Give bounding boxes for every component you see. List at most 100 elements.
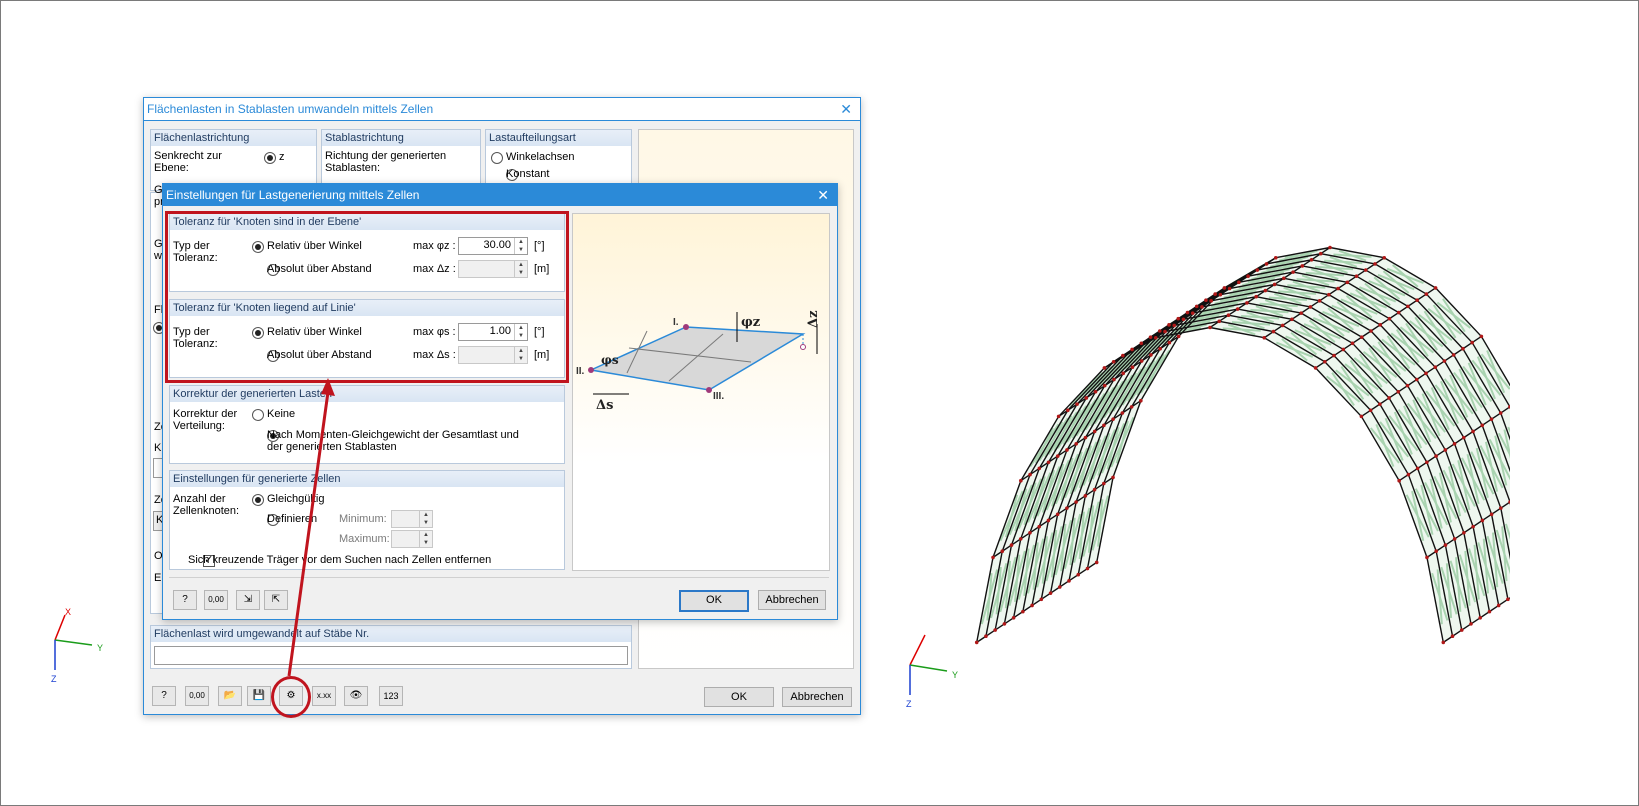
diagram-label-3: III. <box>713 391 724 402</box>
outer-group-header: Flächenlastrichtung <box>151 130 316 146</box>
shell-node <box>1065 506 1069 510</box>
outer-angle-radio[interactable] <box>491 152 503 165</box>
tolerance-diagram: I. II. III. φz φs Δz Δs <box>572 213 830 571</box>
units-icon[interactable]: 0,00 <box>185 686 209 706</box>
units-icon[interactable]: 0,00 <box>204 590 228 610</box>
cell-nodes-label: Anzahl der Zellenknoten: <box>173 493 240 517</box>
shell-node <box>1181 317 1186 322</box>
shell-node <box>1102 383 1107 388</box>
maximum-stepper[interactable]: ▲ ▼ <box>391 530 433 548</box>
inner-close-icon[interactable]: ✕ <box>817 184 829 206</box>
member-list-input[interactable] <box>154 646 628 665</box>
shell-node <box>1092 429 1097 434</box>
shell-node <box>1506 597 1510 602</box>
spin-arrows-icon[interactable]: ▲ ▼ <box>419 531 432 547</box>
shell-node <box>1332 353 1336 358</box>
shell-node <box>1037 524 1041 529</box>
shell-node <box>1434 454 1438 458</box>
shell-node <box>1363 268 1368 272</box>
shell-node <box>1271 329 1276 334</box>
shell-node <box>1434 549 1438 554</box>
outer-z-radio[interactable] <box>264 152 276 165</box>
view-icon[interactable]: 👁 <box>344 686 368 706</box>
shell-node <box>1194 304 1199 309</box>
export-icon[interactable]: ⇱ <box>264 590 288 610</box>
shell-node <box>1163 329 1167 334</box>
shell-node <box>1378 323 1383 327</box>
shell-node <box>1461 346 1465 351</box>
outer-cancel-button[interactable]: Abbrechen <box>782 687 852 707</box>
shell-node <box>1018 537 1023 541</box>
shell-node <box>1471 524 1475 529</box>
tolerance-diagram-svg: I. II. III. φz φs Δz Δs <box>576 311 821 413</box>
shell-node <box>1290 317 1294 322</box>
shell-node <box>1387 396 1391 400</box>
shell-node <box>1368 408 1373 413</box>
shell-node <box>1469 622 1473 626</box>
shell-node <box>1246 274 1250 278</box>
help-icon[interactable]: ? <box>173 590 197 610</box>
shell-node <box>1235 307 1240 311</box>
shell-node <box>1499 506 1503 510</box>
axis-z-label: Z <box>51 674 57 684</box>
shell-node <box>1149 353 1153 357</box>
shell-node <box>1158 346 1162 351</box>
any-radio[interactable] <box>252 494 264 507</box>
shell-node <box>1498 411 1503 415</box>
outer-group-members: Flächenlast wird umgewandelt auf Stäbe N… <box>150 625 632 669</box>
inner-ok-button[interactable]: OK <box>679 590 749 612</box>
shell-node <box>1478 615 1483 620</box>
group-header: Einstellungen für generierte Zellen <box>170 471 564 487</box>
formula-icon[interactable]: x.xx <box>312 686 336 706</box>
inner-cancel-button[interactable]: Abbrechen <box>758 590 826 610</box>
group-header: Korrektur der generierten Lasten <box>170 386 564 402</box>
shell-node <box>1055 454 1060 458</box>
diagram-phis: φs <box>601 353 619 367</box>
shell-node <box>1046 460 1051 465</box>
diagram-label-1: I. <box>673 317 679 328</box>
shell-node <box>1459 628 1464 632</box>
shell-node <box>1452 537 1457 541</box>
shell-node <box>1055 512 1060 517</box>
minimum-stepper[interactable]: ▲ ▼ <box>391 510 433 528</box>
shell-node <box>1085 566 1090 571</box>
shell-node <box>1075 402 1079 406</box>
shell-node <box>1021 609 1025 614</box>
shell-node <box>1111 417 1115 421</box>
shell-node <box>1129 405 1134 409</box>
help-icon[interactable]: ? <box>152 686 176 706</box>
shell-node <box>1299 311 1303 315</box>
shell-node <box>1462 530 1466 535</box>
shell-node <box>1308 305 1313 309</box>
shell-node <box>1028 472 1032 477</box>
outer-group-area-direction: Flächenlastrichtung Senkrecht zur Ebene:… <box>150 129 317 191</box>
shell-node <box>1046 518 1051 523</box>
shell-node <box>1218 292 1223 297</box>
shell-node <box>1341 347 1346 352</box>
numbering-icon[interactable]: 123 <box>379 686 403 706</box>
shell-node <box>1489 512 1494 517</box>
shell-node <box>1083 494 1088 498</box>
shell-node <box>1425 555 1429 560</box>
shell-node <box>1056 414 1061 419</box>
outer-close-icon[interactable]: ✕ <box>840 98 852 120</box>
shell-node <box>1433 286 1438 290</box>
spin-arrows-icon[interactable]: ▲ ▼ <box>419 511 432 527</box>
group-load-correction: Korrektur der generierten Lasten Korrekt… <box>169 385 565 464</box>
import-icon[interactable]: ⇲ <box>236 590 260 610</box>
save-icon[interactable]: 💾 <box>247 686 271 706</box>
shell-node <box>1350 341 1355 346</box>
shell-node <box>1415 466 1420 471</box>
outer-ok-button[interactable]: OK <box>704 687 774 707</box>
shell-node <box>1254 294 1258 299</box>
shell-node <box>1176 334 1181 339</box>
shell-node <box>1415 298 1419 303</box>
no-correction-radio[interactable] <box>252 409 264 422</box>
shell-node <box>1111 359 1116 364</box>
shell-node <box>1139 341 1144 346</box>
open-folder-icon[interactable]: 📂 <box>218 686 242 706</box>
shell-node <box>1406 304 1410 309</box>
shell-node <box>1130 365 1135 369</box>
no-correction-label: Keine <box>267 408 296 420</box>
shell-node <box>1406 472 1411 477</box>
